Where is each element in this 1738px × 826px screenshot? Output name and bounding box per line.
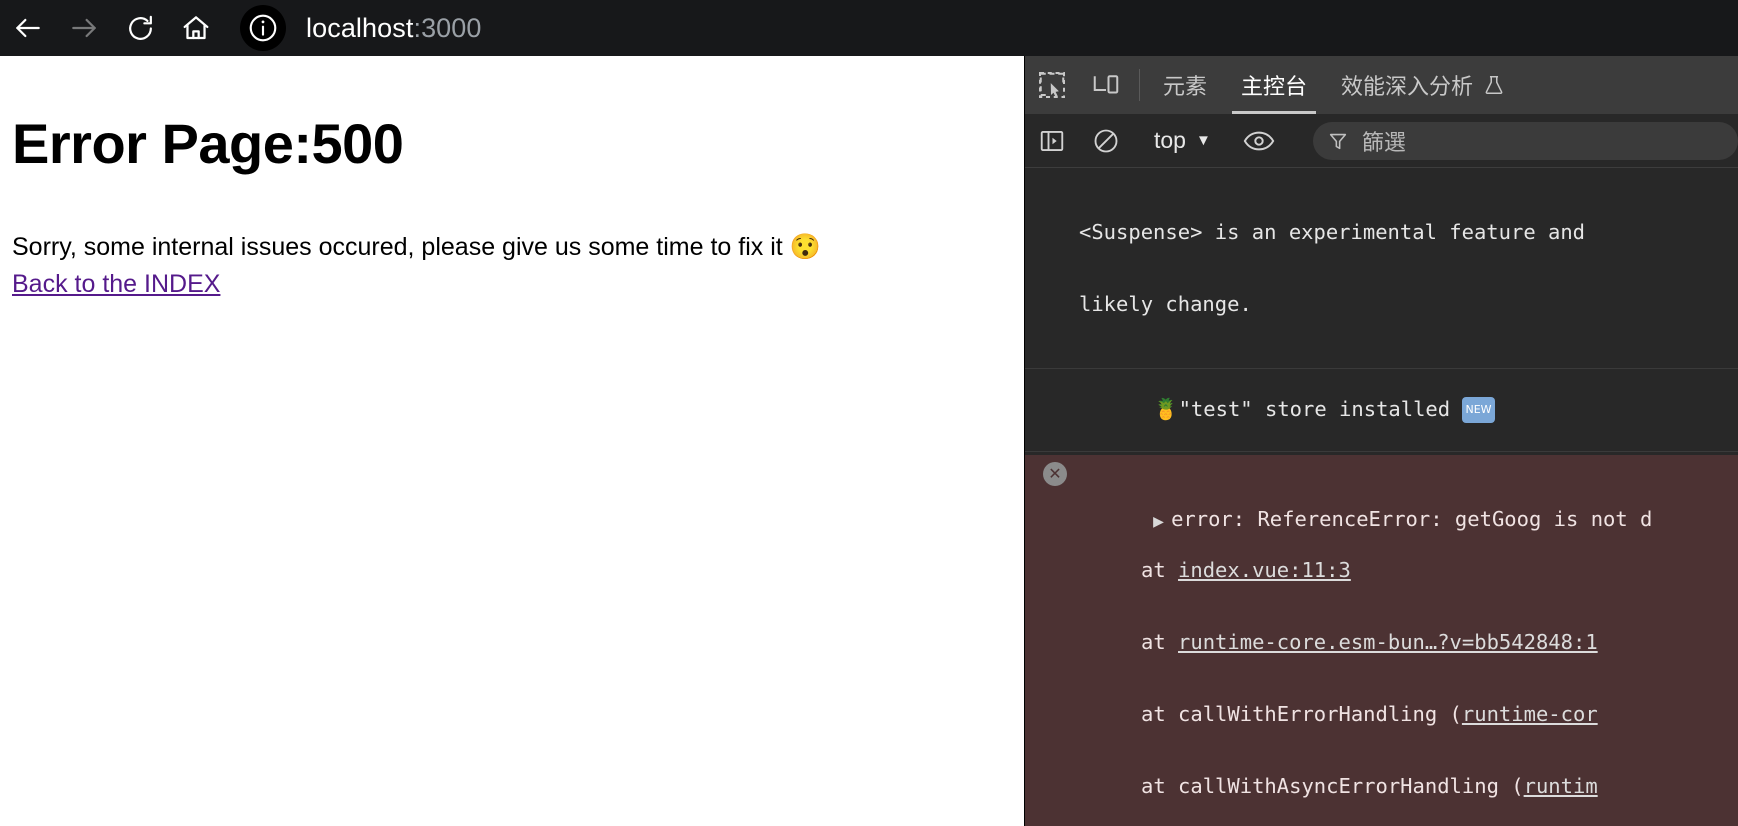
execution-context-value: top — [1154, 127, 1186, 153]
stack-frame-prefix: at callWithErrorHandling ( — [1141, 702, 1462, 726]
forward-arrow-icon — [72, 18, 96, 38]
back-to-index-link[interactable]: Back to the INDEX — [12, 270, 220, 299]
console-message-list[interactable]: <Suspense> is an experimental feature an… — [1025, 168, 1738, 826]
console-message-line: likely change. — [1079, 292, 1252, 316]
devtools-panel: 元素 主控台 效能深入分析 top ▼ 篩選 <Suspense> is an … — [1024, 56, 1738, 826]
pineapple-icon: 🍍 — [1153, 397, 1179, 421]
stack-frame-prefix: at callWithAsyncErrorHandling ( — [1141, 774, 1524, 798]
tab-console[interactable]: 主控台 — [1224, 56, 1324, 114]
reload-icon — [128, 15, 152, 40]
url-display[interactable]: localhost:3000 — [306, 13, 482, 44]
console-message-line: <Suspense> is an experimental feature an… — [1079, 220, 1586, 244]
console-message[interactable]: <Suspense> is an experimental feature an… — [1025, 168, 1738, 369]
stack-frame: at callWithAsyncErrorHandling (runtim — [1079, 774, 1738, 798]
flask-icon — [1483, 74, 1505, 96]
reload-button[interactable] — [112, 0, 168, 56]
page-title: Error Page:500 — [12, 112, 404, 175]
tab-elements[interactable]: 元素 — [1146, 56, 1224, 114]
error-icon: ✕ — [1043, 462, 1067, 486]
tab-elements-label: 元素 — [1163, 74, 1208, 99]
home-button[interactable] — [168, 0, 224, 56]
console-toolbar: top ▼ 篩選 — [1025, 114, 1738, 168]
home-icon — [183, 16, 209, 40]
device-toolbar-icon — [1093, 75, 1119, 94]
filter-icon — [1329, 133, 1346, 149]
url-port: :3000 — [413, 12, 482, 43]
browser-toolbar: localhost:3000 — [0, 0, 1738, 56]
site-info-button[interactable] — [240, 5, 286, 51]
toolbar-divider — [1139, 69, 1140, 101]
stack-frame-link[interactable]: runtim — [1524, 774, 1598, 798]
no-entry-icon — [1094, 129, 1118, 152]
inspect-element-icon — [1039, 72, 1066, 99]
address-bar[interactable]: localhost:3000 — [240, 0, 1738, 56]
stack-frame: at index.vue:11:3 — [1079, 558, 1738, 582]
stack-frame: at runtime-core.esm-bun…?v=bb542848:1 — [1079, 630, 1738, 654]
new-badge: NEW — [1462, 397, 1495, 423]
console-error-message[interactable]: ✕ ▶ error: ReferenceError: getGoog is not… — [1025, 455, 1738, 826]
devtools-tabbar: 元素 主控台 效能深入分析 — [1025, 56, 1738, 114]
console-filter-input[interactable]: 篩選 — [1312, 121, 1738, 160]
inspect-element-button[interactable] — [1025, 56, 1079, 114]
back-arrow-icon — [16, 18, 40, 38]
console-filter-placeholder: 篩選 — [1361, 129, 1406, 155]
eye-icon — [1243, 131, 1275, 150]
forward-button[interactable] — [56, 0, 112, 56]
console-error-header: error: ReferenceError: getGoog is not d — [1171, 507, 1653, 531]
stack-frame-link[interactable]: runtime-core.esm-bun…?v=bb542848:1 — [1178, 630, 1598, 654]
tab-performance-insights-label: 效能深入分析 — [1341, 74, 1474, 99]
expand-arrow-icon[interactable]: ▶ — [1153, 510, 1171, 534]
tab-performance-insights[interactable]: 效能深入分析 — [1324, 56, 1522, 114]
live-expression-button[interactable] — [1232, 128, 1286, 154]
execution-context-select[interactable]: top ▼ — [1146, 127, 1219, 154]
clear-console-button[interactable] — [1079, 127, 1133, 155]
console-message-text: "test" store installed — [1178, 397, 1463, 421]
stack-frame-link[interactable]: index.vue:11:3 — [1178, 558, 1351, 582]
url-host: localhost — [306, 12, 414, 43]
page-viewport: Error Page:500 Sorry, some internal issu… — [0, 56, 1024, 826]
stack-frame-prefix: at — [1141, 630, 1179, 654]
device-toolbar-button[interactable] — [1079, 56, 1133, 114]
console-message[interactable]: 🍍"test" store installed NEW — [1025, 369, 1738, 452]
info-icon — [249, 14, 277, 42]
back-button[interactable] — [0, 0, 56, 56]
console-sidebar-toggle-button[interactable] — [1025, 127, 1079, 155]
tab-console-label: 主控台 — [1241, 74, 1308, 99]
stack-frame-prefix: at — [1141, 558, 1179, 582]
chevron-down-icon: ▼ — [1195, 132, 1211, 149]
page-paragraph: Sorry, some internal issues occured, ple… — [12, 233, 821, 261]
stack-frame-link[interactable]: runtime-cor — [1462, 702, 1598, 726]
stack-frame: at callWithErrorHandling (runtime-cor — [1079, 702, 1738, 726]
sidebar-panel-icon — [1040, 130, 1064, 151]
